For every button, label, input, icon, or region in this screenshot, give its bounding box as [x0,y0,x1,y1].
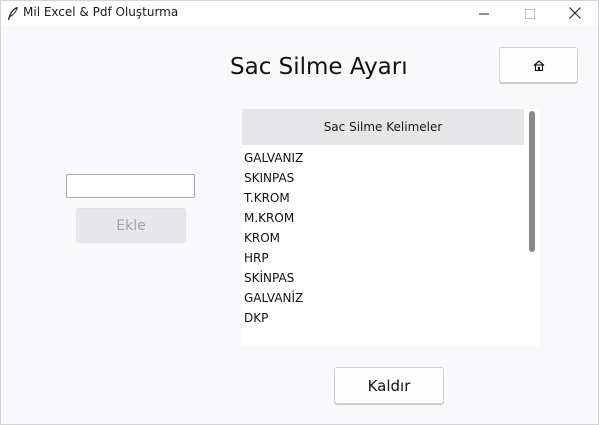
scrollbar-thumb[interactable] [529,111,535,252]
close-icon [569,4,581,23]
list-header[interactable]: Sac Silme Kelimeler [242,109,524,145]
remove-button[interactable]: Kaldır [334,367,444,404]
home-icon [533,56,545,75]
close-button[interactable] [552,1,598,26]
window-title: Mil Excel & Pdf Oluşturma [23,5,179,19]
word-list-panel: Sac Silme Kelimeler GALVANIZ SKINPAS T.K… [242,109,540,346]
word-input[interactable] [66,174,195,198]
minimize-button[interactable] [461,1,507,26]
list-item[interactable]: HRP [244,248,522,268]
app-window: Mil Excel & Pdf Oluşturma Sac Silme Ayar… [0,0,599,425]
home-button[interactable] [499,47,578,83]
minimize-icon [479,4,489,23]
list-item[interactable]: DKP [244,308,522,328]
list-item[interactable]: GALVANİZ [244,288,522,308]
list-item[interactable]: M.KROM [244,208,522,228]
list-item[interactable]: SKİNPAS [244,268,522,288]
list-item[interactable]: SKINPAS [244,168,522,188]
maximize-icon [525,4,535,23]
list-item[interactable]: GALVANIZ [244,148,522,168]
list-item[interactable]: T.KROM [244,188,522,208]
feather-icon [7,6,19,21]
word-list: GALVANIZ SKINPAS T.KROM M.KROM KROM HRP … [244,148,522,328]
title-bar[interactable]: Mil Excel & Pdf Oluşturma [1,1,598,26]
vertical-scrollbar[interactable] [524,109,540,346]
maximize-button[interactable] [507,1,553,26]
list-item[interactable]: KROM [244,228,522,248]
add-button[interactable]: Ekle [76,208,186,243]
page-title: Sac Silme Ayarı [230,54,408,80]
